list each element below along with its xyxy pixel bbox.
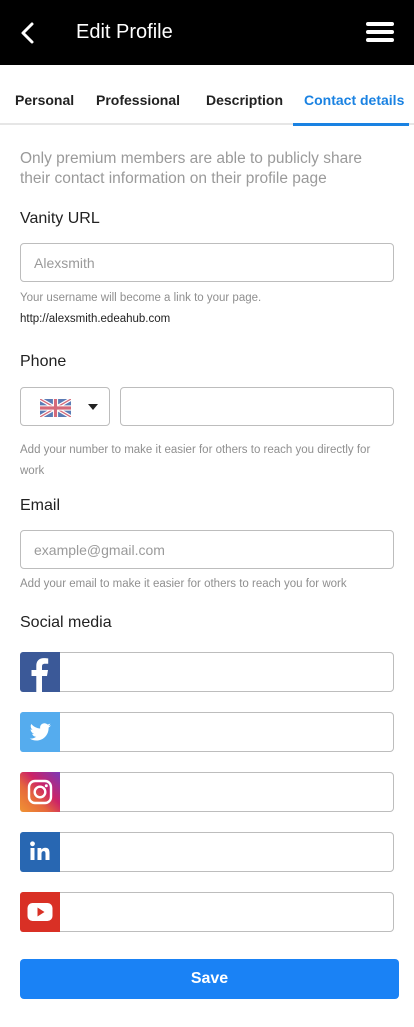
- email-placeholder: example@gmail.com: [34, 542, 165, 558]
- phone-input[interactable]: [120, 387, 394, 426]
- chevron-left-icon: [21, 22, 34, 44]
- linkedin-input[interactable]: [20, 832, 394, 872]
- menu-button[interactable]: [366, 22, 394, 44]
- linkedin-icon: [20, 832, 60, 872]
- tab-personal[interactable]: Personal: [15, 92, 74, 108]
- vanity-url-label: Vanity URL: [20, 210, 100, 227]
- tab-contact-details[interactable]: Contact details: [304, 92, 404, 108]
- email-hint: Add your email to make it easier for oth…: [20, 578, 347, 590]
- back-button[interactable]: [14, 18, 42, 48]
- email-label: Email: [20, 497, 61, 514]
- tab-professional[interactable]: Professional: [96, 92, 180, 108]
- email-input[interactable]: example@gmail.com: [20, 530, 394, 569]
- social-media-label: Social media: [20, 614, 112, 631]
- youtube-icon: [20, 892, 60, 932]
- vanity-url-preview: http://alexsmith.edeahub.com: [20, 313, 171, 325]
- top-bar: Edit Profile: [0, 0, 414, 65]
- country-code-select[interactable]: [20, 387, 110, 426]
- phone-hint: Add your number to make it easier for ot…: [20, 444, 371, 477]
- twitter-icon: [20, 712, 60, 752]
- phone-label: Phone: [20, 353, 67, 370]
- premium-notice: Only premium members are able to publicl…: [20, 150, 362, 187]
- facebook-input[interactable]: [20, 652, 394, 692]
- active-tab-indicator: [293, 123, 409, 126]
- tab-description[interactable]: Description: [206, 92, 283, 108]
- vanity-url-hint: Your username will become a link to your…: [20, 292, 262, 304]
- caret-down-icon: [88, 404, 98, 410]
- page-title: Edit Profile: [76, 21, 173, 43]
- vanity-url-input[interactable]: Alexsmith: [20, 243, 394, 282]
- youtube-input[interactable]: [20, 892, 394, 932]
- uk-flag-icon: [40, 399, 71, 417]
- twitter-input[interactable]: [20, 712, 394, 752]
- profile-tabs: Personal Professional Description Contac…: [0, 65, 414, 126]
- hamburger-menu-icon: [366, 22, 394, 26]
- instagram-icon: [20, 772, 60, 812]
- vanity-url-placeholder: Alexsmith: [34, 255, 95, 271]
- instagram-input[interactable]: [20, 772, 394, 812]
- save-button[interactable]: Save: [20, 959, 399, 999]
- facebook-icon: [20, 652, 60, 692]
